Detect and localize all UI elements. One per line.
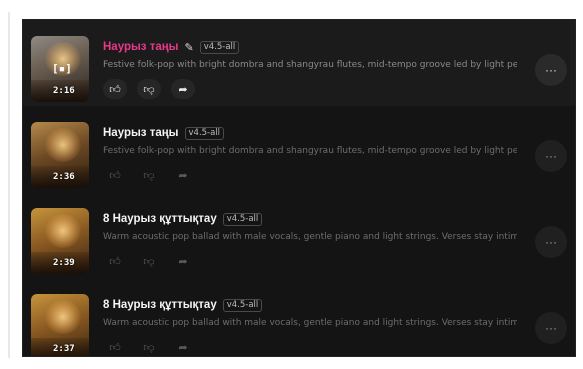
share-arrow-icon[interactable]: ➦ bbox=[171, 337, 195, 356]
cover-art-light bbox=[45, 214, 81, 248]
model-version-badge: v4.5-all bbox=[199, 40, 240, 54]
pencil-icon[interactable]: ✎ bbox=[185, 41, 194, 54]
song-row[interactable]: 2:37 8 Наурыз құттықтау v4.5-all Warm ac… bbox=[23, 278, 575, 356]
song-description: Warm acoustic pop ballad with male vocal… bbox=[103, 318, 517, 328]
song-row[interactable]: [▪] 2:16 Наурыз таңы ✎ v4.5-all Festive … bbox=[23, 20, 575, 106]
thumbs-down-icon[interactable]: 👎︎ bbox=[137, 337, 161, 356]
share-arrow-icon[interactable]: ➦ bbox=[171, 165, 195, 185]
song-title[interactable]: Наурыз таңы bbox=[103, 41, 179, 53]
song-cover[interactable]: 2:39 bbox=[31, 208, 89, 274]
song-title[interactable]: 8 Наурыз құттықтау bbox=[103, 299, 217, 311]
cover-art-light bbox=[45, 300, 81, 334]
song-cover[interactable]: 2:36 bbox=[31, 122, 89, 188]
share-arrow-icon[interactable]: ➦ bbox=[171, 79, 195, 99]
cover-art-light bbox=[45, 128, 81, 162]
song-actions: 👍︎ 👎︎ ➦ bbox=[103, 251, 195, 271]
share-arrow-icon[interactable]: ➦ bbox=[171, 251, 195, 271]
song-title-line: 8 Наурыз құттықтау v4.5-all bbox=[103, 298, 263, 312]
song-title[interactable]: Наурыз таңы bbox=[103, 127, 179, 139]
more-options-icon[interactable]: ··· bbox=[535, 140, 567, 172]
song-duration: 2:16 bbox=[53, 86, 75, 96]
thumbs-up-icon[interactable]: 👍︎ bbox=[103, 79, 127, 99]
song-description: Festive folk-pop with bright dombra and … bbox=[103, 60, 517, 70]
song-duration: 2:39 bbox=[53, 258, 75, 268]
song-description: Festive folk-pop with bright dombra and … bbox=[103, 146, 517, 156]
model-version-badge: v4.5-all bbox=[222, 212, 263, 226]
song-cover[interactable]: [▪] 2:16 bbox=[31, 36, 89, 102]
thumbs-down-icon[interactable]: 👎︎ bbox=[137, 165, 161, 185]
model-version-badge: v4.5-all bbox=[222, 298, 263, 312]
more-options-icon[interactable]: ··· bbox=[535, 226, 567, 258]
song-actions: 👍︎ 👎︎ ➦ bbox=[103, 79, 195, 99]
song-row[interactable]: 2:36 Наурыз таңы v4.5-all Festive folk-p… bbox=[23, 106, 575, 192]
thumbs-up-icon[interactable]: 👍︎ bbox=[103, 337, 127, 356]
song-actions: 👍︎ 👎︎ ➦ bbox=[103, 337, 195, 356]
thumbs-down-icon[interactable]: 👎︎ bbox=[137, 251, 161, 271]
song-cover[interactable]: 2:37 bbox=[31, 294, 89, 356]
song-duration: 2:37 bbox=[53, 344, 75, 354]
thumbs-down-icon[interactable]: 👎︎ bbox=[137, 79, 161, 99]
song-description: Warm acoustic pop ballad with male vocal… bbox=[103, 232, 517, 242]
model-version-badge: v4.5-all bbox=[184, 126, 225, 140]
playing-indicator-icon: [▪] bbox=[52, 62, 72, 75]
song-title-line: Наурыз таңы v4.5-all bbox=[103, 126, 225, 140]
song-actions: 👍︎ 👎︎ ➦ bbox=[103, 165, 195, 185]
window-edge bbox=[8, 12, 10, 358]
more-options-icon[interactable]: ··· bbox=[535, 54, 567, 86]
more-options-icon[interactable]: ··· bbox=[535, 312, 567, 344]
song-list: [▪] 2:16 Наурыз таңы ✎ v4.5-all Festive … bbox=[23, 20, 575, 356]
song-title-line: Наурыз таңы ✎ v4.5-all bbox=[103, 40, 240, 54]
song-title-line: 8 Наурыз құттықтау v4.5-all bbox=[103, 212, 263, 226]
song-row[interactable]: 2:39 8 Наурыз құттықтау v4.5-all Warm ac… bbox=[23, 192, 575, 278]
song-title[interactable]: 8 Наурыз құттықтау bbox=[103, 213, 217, 225]
thumbs-up-icon[interactable]: 👍︎ bbox=[103, 165, 127, 185]
thumbs-up-icon[interactable]: 👍︎ bbox=[103, 251, 127, 271]
song-duration: 2:36 bbox=[53, 172, 75, 182]
